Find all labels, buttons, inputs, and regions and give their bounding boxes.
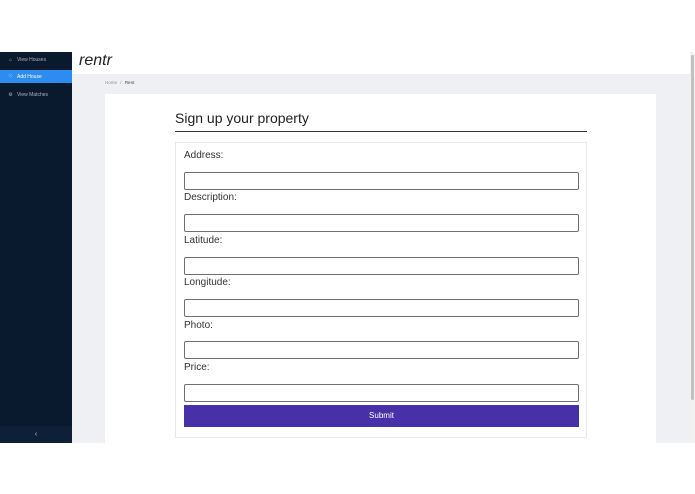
page-scrollbar[interactable] xyxy=(690,52,695,443)
page-title: Sign up your property xyxy=(175,110,309,126)
breadcrumb: Home / Rent xyxy=(105,80,134,85)
sidebar-collapse-button[interactable]: ‹ xyxy=(0,426,72,443)
chevron-left-icon: ‹ xyxy=(34,431,38,438)
photo-input[interactable] xyxy=(184,341,579,359)
latitude-input[interactable] xyxy=(184,257,579,275)
sidebar-item-label: View Houses xyxy=(17,56,47,63)
sidebar-item-add-house[interactable]: ♡ Add House xyxy=(0,70,72,83)
scrollbar-thumb[interactable] xyxy=(691,55,694,400)
sidebar-item-label: Add House xyxy=(17,73,42,80)
longitude-input[interactable] xyxy=(184,299,579,317)
app-logo[interactable]: rentr xyxy=(79,52,112,70)
add-house-icon: ♡ xyxy=(8,73,13,80)
sidebar-item-view-houses[interactable]: ⌂ View Houses xyxy=(0,53,72,66)
sidebar: ⌂ View Houses ♡ Add House ⚙ View Matches… xyxy=(0,52,72,443)
matches-icon: ⚙ xyxy=(8,91,13,98)
submit-button[interactable]: Submit xyxy=(184,405,579,427)
top-header: rentr xyxy=(72,52,695,74)
home-icon: ⌂ xyxy=(8,56,13,63)
form-card: Sign up your property Address: Descripti… xyxy=(105,94,656,443)
sidebar-item-view-matches[interactable]: ⚙ View Matches xyxy=(0,88,72,101)
longitude-label: Longitude: xyxy=(184,277,231,288)
address-label: Address: xyxy=(184,150,224,161)
main-content: Home / Rent Sign up your property Addres… xyxy=(72,74,690,443)
breadcrumb-separator: / xyxy=(120,80,122,85)
sidebar-item-label: View Matches xyxy=(17,91,49,98)
breadcrumb-home[interactable]: Home xyxy=(105,80,117,85)
price-label: Price: xyxy=(184,362,210,373)
breadcrumb-current: Rent xyxy=(124,80,135,85)
description-label: Description: xyxy=(184,192,237,203)
address-input[interactable] xyxy=(184,172,579,190)
app-window: ⌂ View Houses ♡ Add House ⚙ View Matches… xyxy=(0,52,695,443)
photo-label: Photo: xyxy=(184,320,213,331)
property-form: Address: Description: Latitude: Longitud… xyxy=(175,142,587,438)
description-input[interactable] xyxy=(184,214,579,232)
title-divider xyxy=(175,131,587,132)
latitude-label: Latitude: xyxy=(184,235,223,246)
price-input[interactable] xyxy=(184,384,579,402)
